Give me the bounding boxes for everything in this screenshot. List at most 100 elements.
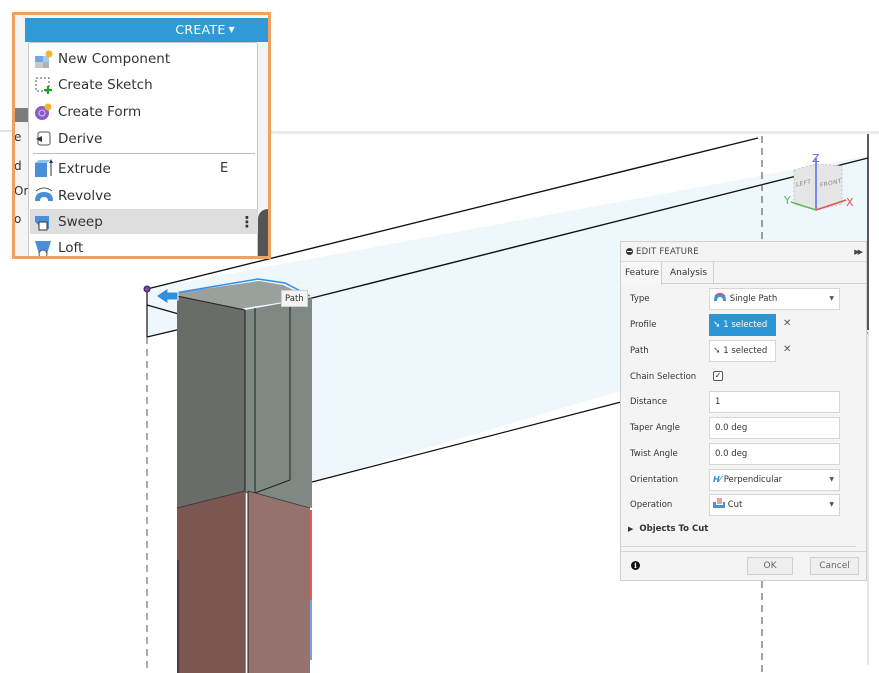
tab-feature[interactable]: Feature: [621, 262, 662, 285]
menu-item-label: New Component: [58, 50, 171, 67]
distance-label: Distance: [630, 397, 668, 407]
loft-icon: [33, 238, 55, 257]
menu-item-create-form[interactable]: Create Form: [30, 99, 258, 124]
panel-footer: i OK Cancel: [621, 551, 866, 581]
side-fragment: d: [14, 159, 22, 173]
clear-profile-icon[interactable]: ✕: [783, 318, 791, 329]
panel-separator: [621, 546, 856, 547]
operation-label: Operation: [630, 500, 673, 510]
view-cube[interactable]: Z X Y LEFT FRONT: [784, 152, 866, 228]
create-sketch-icon: [33, 75, 55, 95]
cut-body-right-face: [248, 491, 310, 673]
axis-y-label: Y: [784, 194, 791, 207]
perpendicular-icon: H⁄: [713, 475, 722, 484]
row-profile: Profile ➘ 1 selected ✕: [621, 314, 866, 338]
chevron-down-icon: ▼: [829, 501, 834, 508]
twist-angle-input[interactable]: 0.0 deg: [709, 443, 840, 465]
row-twist-angle: Twist Angle 0.0 deg: [621, 443, 866, 467]
info-icon[interactable]: i: [631, 561, 640, 570]
panel-header[interactable]: EDIT FEATURE ▶▶: [621, 242, 866, 262]
menu-item-derive[interactable]: Derive: [30, 126, 258, 151]
chevron-down-icon: ▼: [829, 295, 834, 302]
menu-item-create-sketch[interactable]: Create Sketch: [30, 72, 258, 97]
row-path: Path ➘ 1 selected ✕: [621, 340, 866, 364]
sweep-icon: [33, 212, 55, 232]
derive-icon: [33, 129, 55, 149]
menu-item-extrude[interactable]: Extrude E: [30, 156, 258, 181]
side-fragment-dark: [14, 108, 28, 122]
clear-path-icon[interactable]: ✕: [783, 344, 791, 355]
orientation-select[interactable]: H⁄ Perpendicular ▼: [709, 469, 840, 491]
tab-analysis[interactable]: Analysis: [666, 262, 714, 284]
menu-item-label: Revolve: [58, 187, 112, 204]
more-options-icon[interactable]: ⋮: [236, 213, 258, 231]
create-dropdown: New Component Create Sketch Create Form …: [28, 42, 258, 257]
type-label: Type: [630, 294, 650, 304]
create-menu-title: CREATE: [175, 22, 226, 37]
menu-item-sweep[interactable]: Sweep ⋮: [30, 209, 258, 234]
chevron-down-icon: ▼: [829, 476, 834, 483]
type-value: Single Path: [729, 294, 778, 304]
menu-item-revolve[interactable]: Revolve: [30, 183, 258, 208]
menu-item-label: Extrude: [58, 160, 111, 177]
taper-angle-input[interactable]: 0.0 deg: [709, 417, 840, 439]
panel-tabs: Feature Analysis: [621, 262, 866, 285]
menu-separator: [33, 153, 255, 154]
profile-label: Profile: [630, 320, 657, 330]
objects-to-cut-label: Objects To Cut: [639, 524, 709, 534]
side-fragment: o: [14, 212, 22, 226]
menu-item-shortcut: E: [220, 161, 229, 176]
row-type: Type Single Path ▼: [621, 288, 866, 312]
twist-angle-label: Twist Angle: [630, 449, 678, 459]
orientation-value: Perpendicular: [723, 475, 783, 485]
chain-selection-checkbox[interactable]: ✓: [713, 371, 723, 381]
ok-button[interactable]: OK: [747, 557, 793, 575]
profile-select-button[interactable]: ➘ 1 selected: [709, 314, 776, 336]
create-menu-button[interactable]: CREATE ▼: [25, 18, 269, 42]
single-path-icon: [714, 292, 726, 301]
menu-item-label: Derive: [58, 130, 103, 147]
dark-fragment: [258, 209, 269, 257]
caret-down-icon: ▼: [228, 25, 235, 34]
menu-item-loft[interactable]: Loft: [30, 235, 258, 257]
row-orientation: Orientation H⁄ Perpendicular ▼: [621, 469, 866, 493]
panel-title: EDIT FEATURE: [636, 246, 699, 257]
cursor-arrow-icon: ➘: [713, 346, 721, 356]
chain-selection-label: Chain Selection: [630, 372, 697, 382]
create-menu-region: e d Or o CREATE ▼ New Component Create Sk…: [14, 14, 269, 257]
path-start-point: [143, 285, 151, 293]
axis-z-label: Z: [812, 152, 820, 165]
objects-to-cut-toggle[interactable]: ▶ Objects To Cut: [628, 524, 708, 534]
revolve-icon: [33, 186, 55, 206]
cancel-button[interactable]: Cancel: [810, 557, 859, 575]
new-component-icon: [33, 49, 55, 69]
side-fragment: Or: [14, 184, 29, 198]
collapse-icon[interactable]: [626, 248, 633, 255]
axis-x-label: X: [846, 196, 854, 209]
cursor-arrow-icon: ➘: [713, 320, 721, 330]
cut-icon: [713, 498, 725, 508]
path-value: 1 selected: [723, 346, 768, 356]
row-taper-angle: Taper Angle 0.0 deg: [621, 417, 866, 441]
edit-feature-panel: EDIT FEATURE ▶▶ Feature Analysis Type Si…: [620, 241, 867, 581]
row-chain-selection: Chain Selection ✓: [621, 366, 866, 390]
distance-input[interactable]: 1: [709, 391, 840, 413]
cut-body-left-face: [177, 491, 245, 673]
taper-angle-label: Taper Angle: [630, 423, 681, 433]
expand-panel-icon[interactable]: ▶▶: [854, 248, 863, 256]
row-distance: Distance 1: [621, 391, 866, 415]
menu-item-new-component[interactable]: New Component: [30, 46, 258, 71]
operation-select[interactable]: Cut ▼: [709, 494, 840, 516]
path-label: Path: [630, 346, 649, 356]
menu-item-label: Sweep: [58, 213, 103, 230]
row-operation: Operation Cut ▼: [621, 494, 866, 518]
operation-value: Cut: [727, 500, 743, 510]
menu-item-label: Create Form: [58, 103, 142, 120]
type-select[interactable]: Single Path ▼: [709, 288, 840, 310]
path-select-button[interactable]: ➘ 1 selected: [709, 340, 776, 362]
create-form-icon: [33, 102, 55, 122]
path-tooltip: Path: [281, 290, 308, 307]
column-left-face: [177, 296, 245, 508]
menu-item-label: Create Sketch: [58, 76, 153, 93]
extrude-icon: [33, 158, 55, 179]
